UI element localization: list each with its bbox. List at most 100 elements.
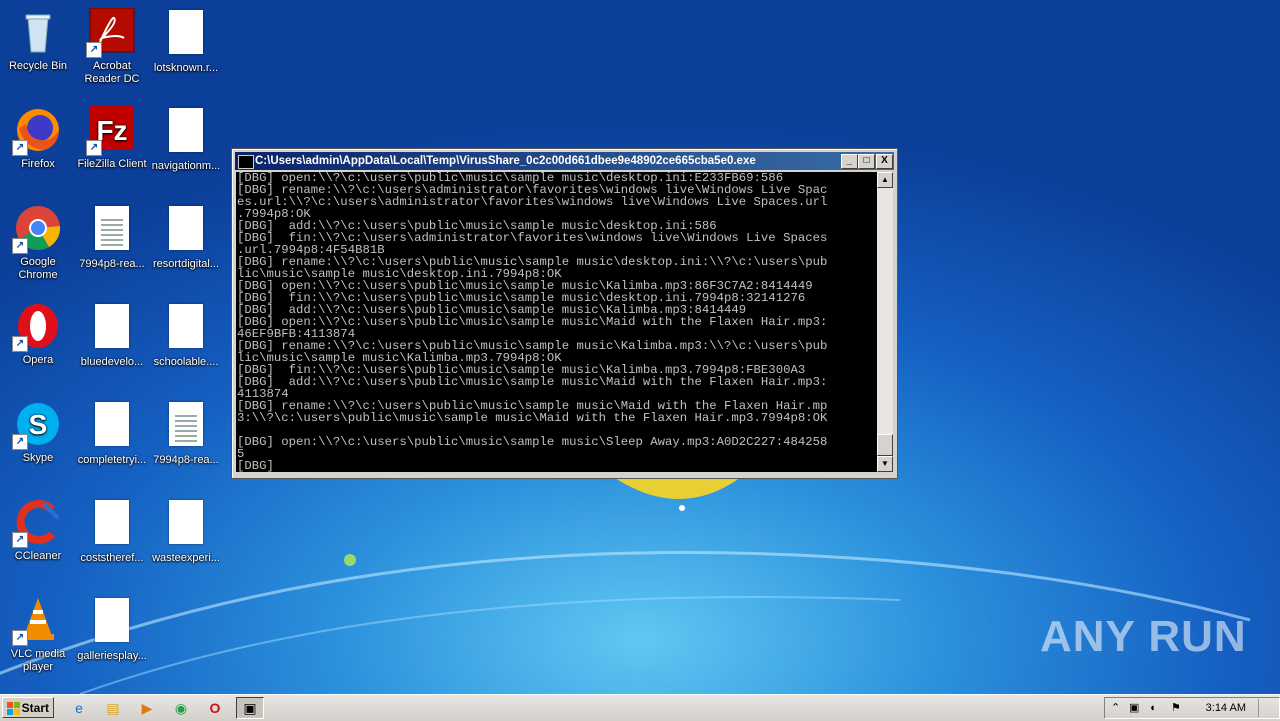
media-player-icon[interactable]: ▶ [136, 698, 158, 718]
vlc-media-player-icon[interactable]: ↗ VLC media player [0, 596, 76, 674]
network-icon[interactable]: ▣ [1129, 698, 1139, 718]
scroll-up-arrow-icon[interactable]: ▲ [877, 172, 893, 188]
shortcut-arrow-icon: ↗ [86, 42, 102, 58]
document-icon [169, 304, 203, 348]
desktop-icon-label: 7994p8-rea... [153, 454, 219, 466]
file-icon[interactable]: navigationm... [148, 106, 224, 173]
chrome-taskbar-icon[interactable]: ◉ [170, 698, 192, 718]
console-app-icon [238, 155, 254, 169]
document-icon [95, 598, 129, 642]
taskbar: Start e ▤ ▶ ◉ O ▣ ⌃ ▣ ◖ ⚑ 3:14 AM [0, 694, 1280, 721]
recycle-bin-glyph-icon [14, 8, 62, 56]
desktop-icon-label: schoolable.... [153, 356, 219, 368]
file-icon[interactable]: galleriesplay... [74, 596, 150, 663]
maximize-button[interactable]: □ [858, 154, 875, 169]
console-line: 3:\\?\c:\users\public\music\sample music… [237, 411, 828, 425]
show-hidden-icons-icon[interactable]: ⌃ [1111, 698, 1120, 718]
file-icon[interactable]: schoolable.... [148, 302, 224, 369]
opera-glyph-icon: ↗ [12, 302, 62, 352]
file-icon[interactable]: wasteexperi... [148, 498, 224, 565]
file-explorer-icon[interactable]: ▤ [102, 698, 124, 718]
desktop-icon-label: CCleaner [14, 550, 62, 562]
minimize-button[interactable]: _ [841, 154, 858, 169]
opera-icon[interactable]: ↗ Opera [0, 302, 76, 367]
desktop-icon-label: completetryi... [77, 454, 147, 466]
google-chrome-icon[interactable]: ↗ Google Chrome [0, 204, 76, 282]
firefox-glyph-icon: ↗ [12, 106, 62, 156]
internet-explorer-icon[interactable]: e [68, 698, 90, 718]
document-icon [169, 10, 203, 54]
shortcut-arrow-icon: ↗ [12, 140, 28, 156]
chrome-glyph-icon: ↗ [12, 204, 62, 254]
filezilla-glyph-icon: Fz ↗ [86, 106, 136, 156]
shortcut-arrow-icon: ↗ [12, 434, 28, 450]
vlc-cone-icon: ↗ [12, 596, 62, 646]
console-line: es.url:\\?\c:\users\administrator\favori… [237, 195, 828, 209]
vertical-scrollbar[interactable]: ▲ ▼ [877, 172, 893, 472]
anyrun-watermark: ANY RUN [1040, 612, 1247, 661]
document-icon [95, 304, 129, 348]
console-window[interactable]: C:\Users\admin\AppData\Local\Temp\VirusS… [231, 148, 898, 479]
recycle-bin-icon[interactable]: Recycle Bin [0, 8, 76, 73]
document-icon [95, 500, 129, 544]
scrollbar-thumb[interactable] [877, 434, 893, 456]
document-icon [169, 500, 203, 544]
shortcut-arrow-icon: ↗ [12, 336, 28, 352]
windows-flag-icon [7, 702, 21, 715]
desktop-icon-label: navigationm... [151, 160, 221, 172]
file-icon[interactable]: 7994p8-rea... [74, 204, 150, 271]
system-tray: ⌃ ▣ ◖ ⚑ 3:14 AM [1104, 697, 1280, 719]
console-taskbar-button[interactable]: ▣ [236, 697, 264, 719]
ccleaner-glyph-icon: ↗ [12, 498, 62, 548]
desktop-icon-label: lotsknown.r... [153, 62, 219, 74]
text-document-icon [169, 402, 203, 446]
start-label: Start [21, 701, 49, 715]
opera-taskbar-icon[interactable]: O [204, 698, 226, 718]
console-line: 5 [237, 447, 245, 461]
shortcut-arrow-icon: ↗ [12, 630, 28, 646]
ccleaner-icon[interactable]: ↗ CCleaner [0, 498, 76, 563]
close-button[interactable]: X [876, 154, 893, 169]
skype-glyph-icon: S ↗ [12, 400, 62, 450]
shortcut-arrow-icon: ↗ [12, 532, 28, 548]
document-icon [95, 402, 129, 446]
desktop-icon-label: Firefox [21, 158, 55, 170]
skype-icon[interactable]: S ↗ Skype [0, 400, 76, 465]
desktop-icon-label: VLC media player [10, 648, 66, 673]
desktop-icon-label: wasteexperi... [152, 552, 220, 564]
show-desktop-button[interactable] [1258, 699, 1273, 717]
acrobat-glyph-icon: ↗ [86, 7, 136, 58]
desktop-icon-label: galleriesplay... [77, 650, 147, 662]
console-titlebar[interactable]: C:\Users\admin\AppData\Local\Temp\VirusS… [235, 152, 894, 170]
desktop-icon-label: FileZilla Client [77, 158, 147, 170]
document-icon [169, 206, 203, 250]
volume-icon[interactable]: ◖ [1149, 698, 1156, 718]
desktop-icon-label: Recycle Bin [8, 60, 68, 72]
console-line: [DBG] [237, 459, 274, 472]
file-icon[interactable]: resortdigital... [148, 204, 224, 271]
shortcut-arrow-icon: ↗ [86, 140, 102, 156]
acrobat-reader-icon[interactable]: ↗ Acrobat Reader DC [74, 7, 150, 86]
console-line: [DBG] open:\\?\c:\users\public\music\sam… [237, 435, 828, 449]
console-output[interactable]: [DBG] open:\\?\c:\users\public\music\sam… [236, 172, 877, 472]
desktop-icon-label: Skype [22, 452, 54, 464]
firefox-icon[interactable]: ↗ Firefox [0, 106, 76, 171]
shortcut-arrow-icon: ↗ [12, 238, 28, 254]
file-icon[interactable]: completetryi... [74, 400, 150, 467]
desktop-icon-label: Acrobat Reader DC [84, 60, 140, 85]
console-title: C:\Users\admin\AppData\Local\Temp\VirusS… [255, 155, 756, 167]
start-button[interactable]: Start [2, 697, 54, 718]
file-icon[interactable]: lotsknown.r... [148, 8, 224, 75]
scroll-down-arrow-icon[interactable]: ▼ [877, 456, 893, 472]
filezilla-icon[interactable]: Fz ↗ FileZilla Client [74, 106, 150, 171]
file-icon[interactable]: 7994p8-rea... [148, 400, 224, 467]
desktop-icon-label: Opera [22, 354, 54, 366]
text-document-icon [95, 206, 129, 250]
file-icon[interactable]: coststheref... [74, 498, 150, 565]
console-line: [DBG] add:\\?\c:\users\public\music\samp… [237, 375, 828, 389]
desktop-icon-label: coststheref... [80, 552, 144, 564]
file-icon[interactable]: bluedevelo... [74, 302, 150, 369]
action-center-flag-icon[interactable]: ⚑ [1171, 698, 1181, 718]
clock[interactable]: 3:14 AM [1206, 698, 1246, 718]
desktop-icon-label: bluedevelo... [80, 356, 144, 368]
